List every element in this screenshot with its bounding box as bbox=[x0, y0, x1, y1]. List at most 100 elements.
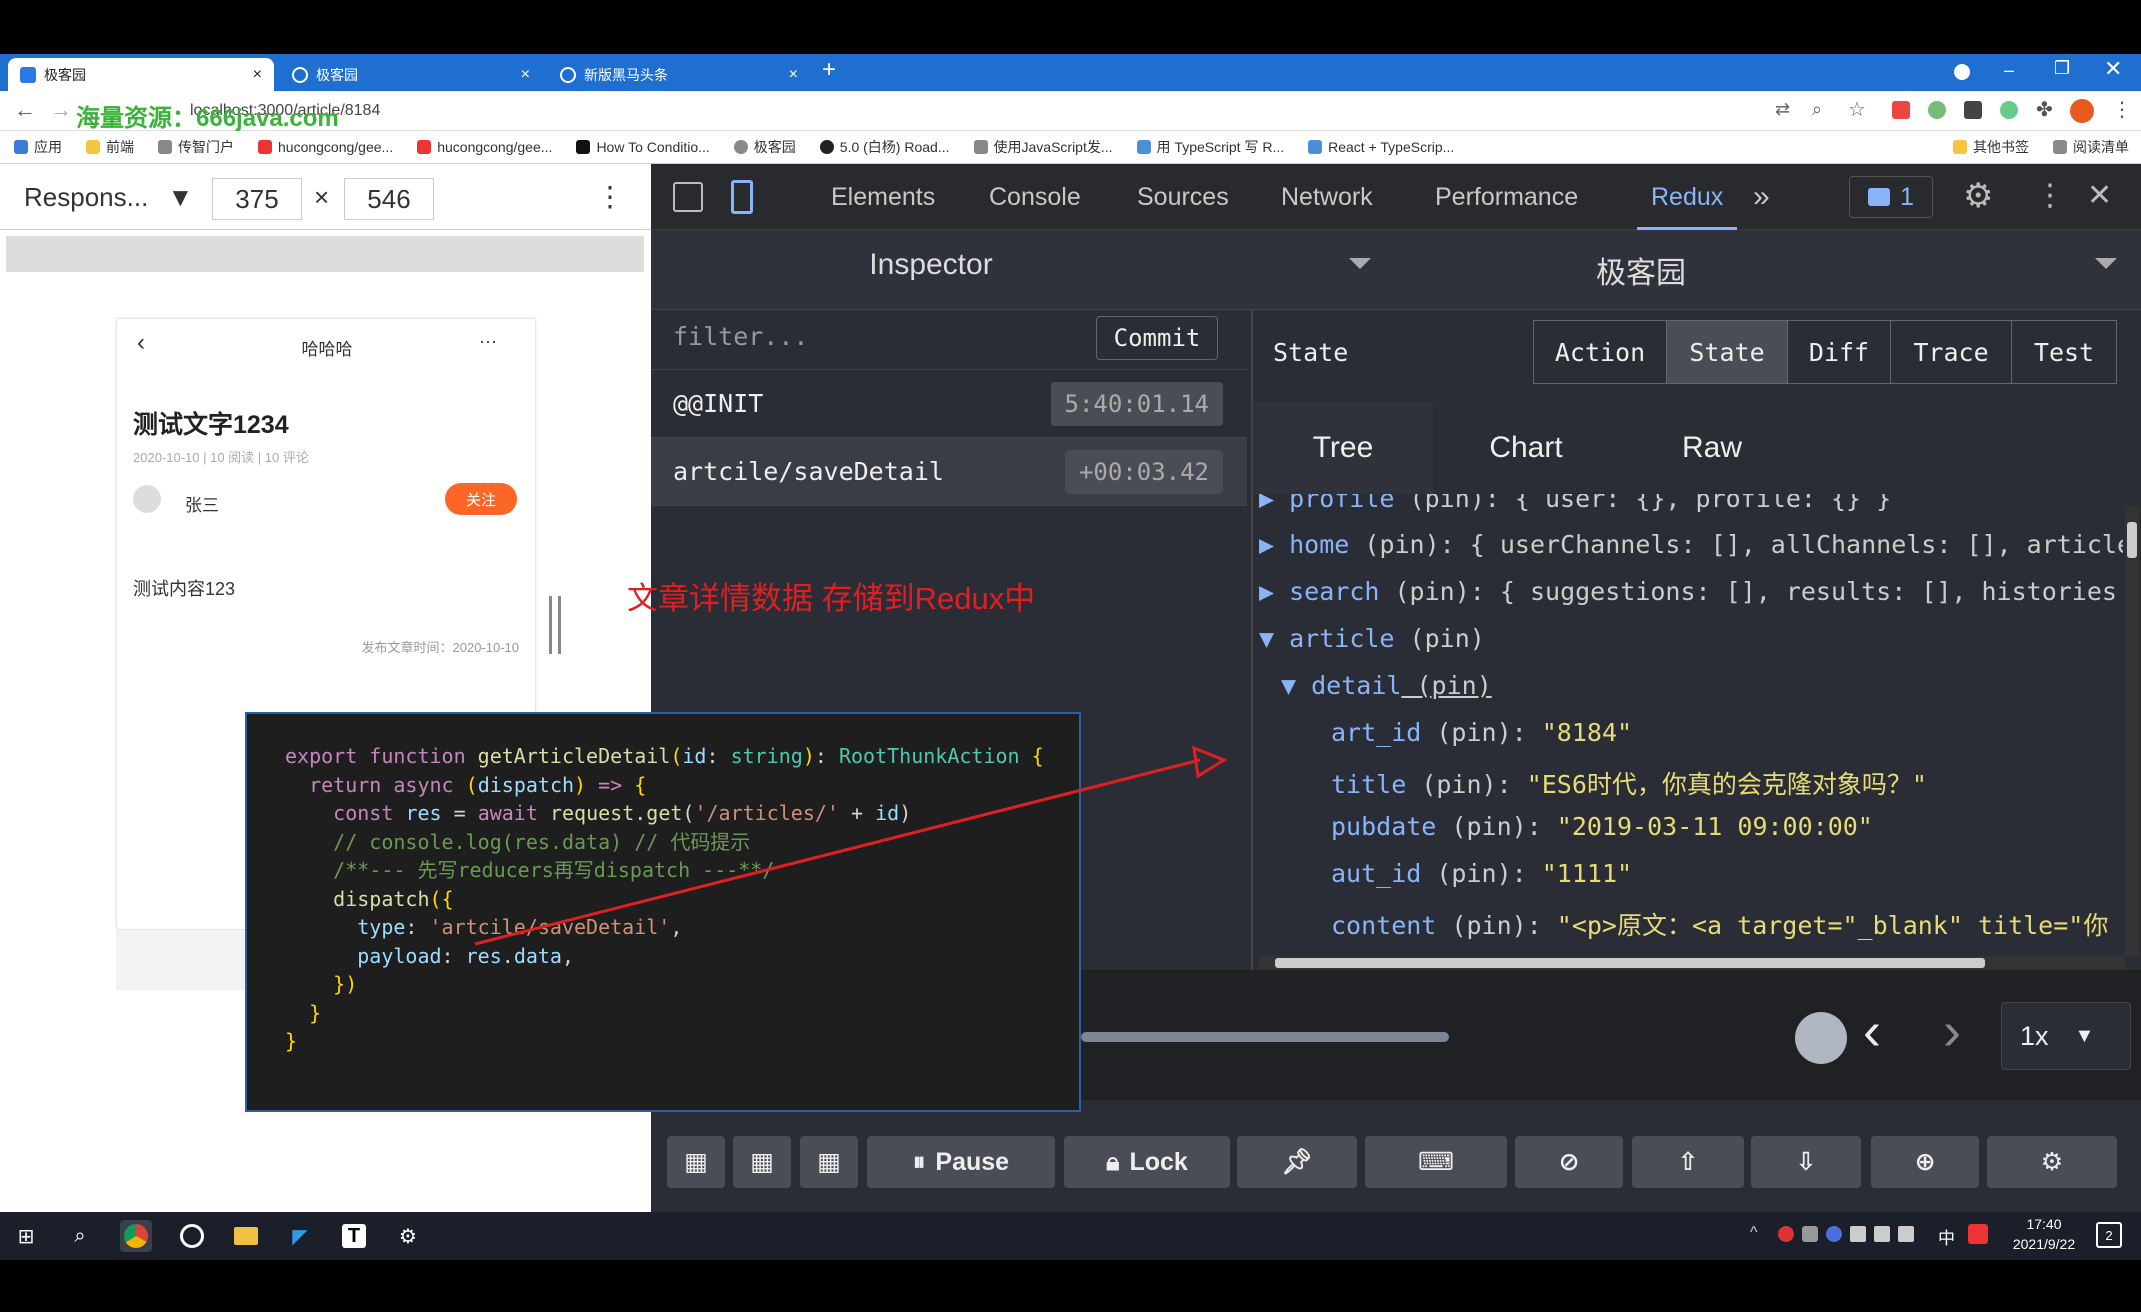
device-height-input[interactable]: 546 bbox=[344, 178, 434, 220]
network-icon[interactable] bbox=[1850, 1226, 1866, 1242]
gear-icon[interactable]: ⚙ bbox=[1963, 176, 1993, 216]
settings-icon[interactable]: ⚙ bbox=[1987, 1136, 2117, 1188]
typora-icon[interactable]: T bbox=[338, 1220, 370, 1252]
step-back-icon[interactable]: ‹ bbox=[1863, 1000, 1881, 1062]
close-tab-icon[interactable]: × bbox=[521, 66, 530, 84]
minimize-icon[interactable]: – bbox=[2004, 60, 2014, 81]
tab-redux[interactable]: Redux bbox=[1637, 164, 1738, 230]
pin-icon[interactable]: 📌︎ bbox=[1237, 1136, 1357, 1188]
new-tab-button[interactable]: + bbox=[822, 56, 836, 84]
tab-diff[interactable]: Diff bbox=[1787, 320, 1891, 384]
extension-icon[interactable] bbox=[1928, 101, 1946, 119]
device-preset-select[interactable]: Respons... ▼ bbox=[24, 182, 193, 213]
keyboard-icon[interactable]: ⌨ bbox=[1365, 1136, 1507, 1188]
menu-kebab-icon[interactable]: ⋮ bbox=[2112, 97, 2132, 122]
lock-button[interactable]: 🔒︎ Lock bbox=[1064, 1136, 1230, 1188]
chart-monitor-icon[interactable]: ▦ bbox=[800, 1136, 858, 1188]
bookmark-item[interactable]: 使用JavaScript发... bbox=[973, 137, 1113, 157]
reading-list[interactable]: 阅读清单 bbox=[2053, 137, 2129, 157]
scrollbar-thumb[interactable] bbox=[1275, 958, 1985, 968]
search-icon[interactable]: ⌕ bbox=[64, 1220, 96, 1252]
inspector-title[interactable]: Inspector bbox=[651, 248, 1211, 282]
windows-start-icon[interactable]: ⊞ bbox=[10, 1220, 42, 1252]
browser-tab-2[interactable]: 极客园 × bbox=[280, 58, 542, 91]
more-icon[interactable]: ··· bbox=[479, 331, 497, 352]
bookmark-item[interactable]: 应用 bbox=[14, 137, 62, 157]
close-devtools-icon[interactable]: ✕ bbox=[2087, 178, 2112, 213]
tree-leaf[interactable]: title (pin): "ES6时代，你真的会克隆对象吗？" bbox=[1331, 765, 1927, 801]
commit-button[interactable]: Commit bbox=[1096, 316, 1218, 360]
bookmark-item[interactable]: 极客园 bbox=[733, 137, 796, 157]
tree-node[interactable]: ▼ article (pin) bbox=[1259, 624, 1485, 653]
back-icon[interactable]: ← bbox=[14, 97, 36, 123]
settings-app-icon[interactable]: ⚙ bbox=[392, 1220, 424, 1252]
bookmark-item[interactable]: hucongcong/gee... bbox=[417, 139, 552, 155]
download-icon[interactable]: ⇩ bbox=[1751, 1136, 1861, 1188]
tree-leaf[interactable]: pubdate (pin): "2019-03-11 09:00:00" bbox=[1331, 812, 1873, 841]
translate-icon[interactable]: ⇄ bbox=[1775, 99, 1790, 120]
tab-chart[interactable]: Chart bbox=[1433, 402, 1619, 494]
tree-node[interactable]: ▼ detail (pin) bbox=[1281, 671, 1492, 700]
device-toggle-icon[interactable] bbox=[731, 180, 753, 214]
resize-handle[interactable] bbox=[549, 596, 561, 654]
chrome-icon[interactable] bbox=[120, 1220, 152, 1252]
browser-app-icon[interactable] bbox=[176, 1220, 208, 1252]
device-width-input[interactable]: 375 bbox=[212, 178, 302, 220]
tray-chevron-icon[interactable]: ^ bbox=[1750, 1224, 1758, 1242]
ime-indicator[interactable]: 中 bbox=[1938, 1224, 1955, 1249]
bookmark-item[interactable]: React + TypeScrip... bbox=[1308, 139, 1454, 155]
tab-raw[interactable]: Raw bbox=[1619, 402, 1805, 494]
tab-performance[interactable]: Performance bbox=[1435, 164, 1578, 230]
file-explorer-icon[interactable] bbox=[230, 1220, 262, 1252]
remote-icon[interactable]: ⊕ bbox=[1871, 1136, 1979, 1188]
bookmark-item[interactable]: 传智门户 bbox=[158, 137, 234, 157]
timeline-handle[interactable] bbox=[1795, 1012, 1847, 1064]
action-item[interactable]: @@INIT 5:40:01.14 bbox=[651, 370, 1247, 438]
tray-app-icon[interactable] bbox=[1778, 1226, 1794, 1242]
notification-icon[interactable]: 2 bbox=[2096, 1222, 2122, 1248]
avatar[interactable] bbox=[2070, 99, 2094, 123]
tab-trace[interactable]: Trace bbox=[1890, 320, 2012, 384]
tree-leaf[interactable]: art_id (pin): "8184" bbox=[1331, 718, 1632, 747]
bookmark-item[interactable]: 用 TypeScript 写 R... bbox=[1136, 137, 1284, 157]
filter-input[interactable]: filter... bbox=[673, 322, 808, 351]
extension-icon[interactable] bbox=[1964, 101, 1982, 119]
zoom-icon[interactable]: ⌕ bbox=[1812, 99, 1822, 120]
tree-node[interactable]: ▶ profile (pin): { user: {}, profile: {}… bbox=[1259, 494, 1891, 513]
volume-icon[interactable] bbox=[1898, 1226, 1914, 1242]
inspect-element-icon[interactable] bbox=[673, 182, 703, 212]
bookmark-item[interactable]: 5.0 (白杨) Road... bbox=[819, 137, 950, 157]
battery-icon[interactable] bbox=[1874, 1226, 1890, 1242]
tree-node[interactable]: ▶ home (pin): { userChannels: [], allCha… bbox=[1259, 530, 2123, 559]
restore-icon[interactable]: ❐ bbox=[2054, 58, 2070, 79]
sogou-icon[interactable] bbox=[1968, 1224, 1988, 1244]
bookmark-item[interactable]: How To Conditio... bbox=[576, 139, 710, 155]
log-monitor-icon[interactable]: ▦ bbox=[733, 1136, 791, 1188]
url-input[interactable]: localhost:3000/article/8184 bbox=[150, 97, 1750, 125]
follow-button[interactable]: 关注 bbox=[445, 483, 517, 515]
tab-network[interactable]: Network bbox=[1281, 164, 1373, 230]
devtools-menu-icon[interactable]: ⋮ bbox=[2035, 178, 2065, 213]
inspector-monitor-icon[interactable]: ▦ bbox=[667, 1136, 725, 1188]
speed-select[interactable]: 1x ▼ bbox=[2001, 1002, 2131, 1070]
action-item-selected[interactable]: artcile/saveDetail +00:03.42 bbox=[651, 438, 1247, 506]
browser-tab-1[interactable]: 极客园 × bbox=[8, 58, 274, 91]
tree-leaf[interactable]: aut_id (pin): "1111" bbox=[1331, 859, 1632, 888]
tab-console[interactable]: Console bbox=[989, 164, 1081, 230]
extension-icon[interactable] bbox=[2000, 101, 2018, 119]
scrollbar-thumb[interactable] bbox=[2127, 522, 2137, 558]
device-menu-icon[interactable]: ⋮ bbox=[596, 180, 624, 213]
bookmark-item[interactable]: 其他书签 bbox=[1953, 137, 2029, 157]
browser-tab-3[interactable]: 新版黑马头条 × bbox=[548, 58, 810, 91]
microphone-icon[interactable] bbox=[1802, 1226, 1818, 1242]
upload-icon[interactable]: ⇧ bbox=[1632, 1136, 1744, 1188]
persist-icon[interactable]: ⊘ bbox=[1515, 1136, 1623, 1188]
close-tab-icon[interactable]: × bbox=[789, 66, 798, 84]
vertical-scrollbar[interactable] bbox=[2125, 506, 2139, 956]
extension-icon[interactable] bbox=[1892, 101, 1910, 119]
tab-elements[interactable]: Elements bbox=[831, 164, 935, 230]
profile-dot-icon[interactable] bbox=[1954, 64, 1970, 80]
more-tabs-icon[interactable]: » bbox=[1753, 164, 1770, 230]
tray-app-icon[interactable] bbox=[1826, 1226, 1842, 1242]
bookmark-item[interactable]: 前端 bbox=[86, 137, 134, 157]
